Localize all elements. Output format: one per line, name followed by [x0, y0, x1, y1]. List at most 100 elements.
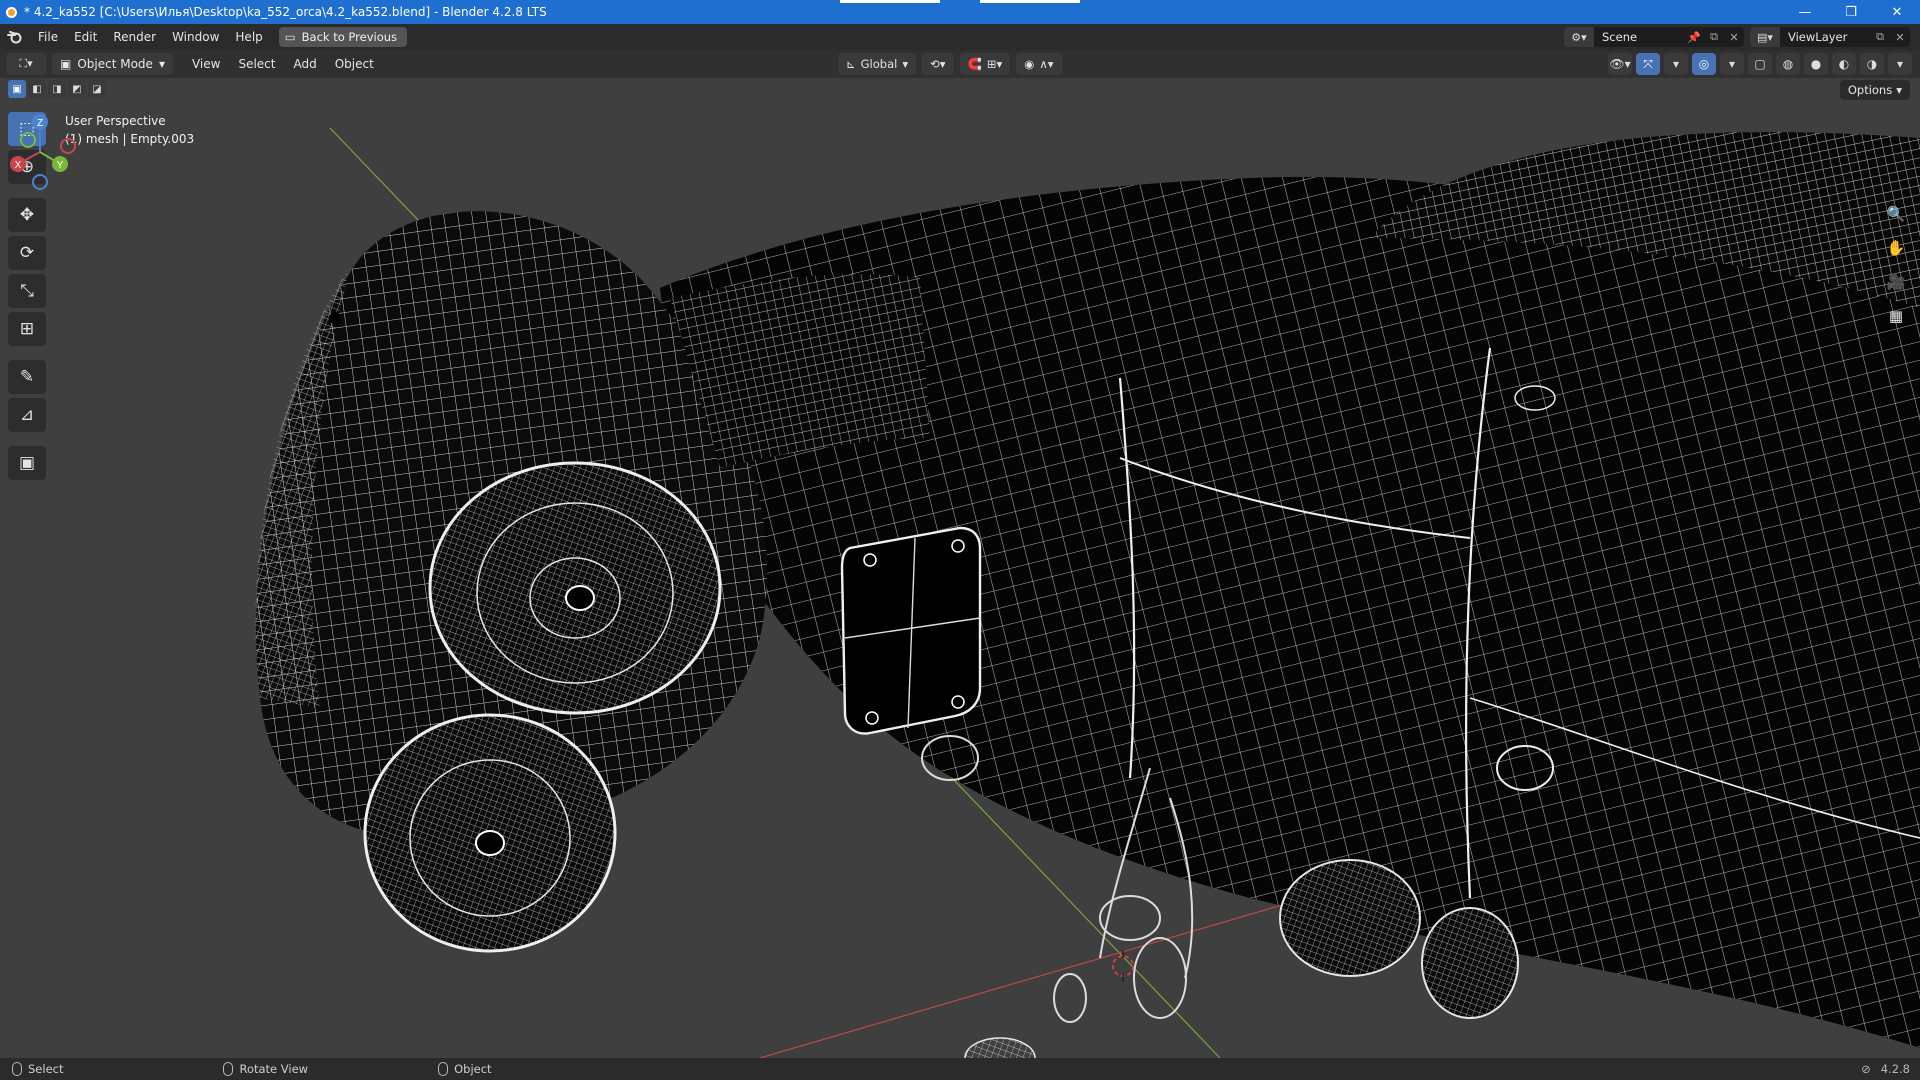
select-intersect-button[interactable]: ◪	[88, 80, 106, 98]
navigation-buttons: 🔍 ✋ 🎥 ▦	[1882, 200, 1910, 330]
gizmo-y-label: Y	[57, 160, 64, 171]
menu-render[interactable]: Render	[105, 24, 164, 50]
selection-mode-group: ▣ ◧ ◨ ◩ ◪	[8, 80, 106, 98]
3d-viewport[interactable]: ⬚ ⊕ ✥ ⟳ ⤡ ⊞ ✎ ⊿ ▣ User Perspective (1) m…	[0, 78, 1920, 1058]
pan-hand-icon[interactable]: ✋	[1882, 234, 1910, 262]
blender-app-icon	[0, 0, 22, 24]
camera-view-icon[interactable]: 🎥	[1882, 268, 1910, 296]
title-bar: * 4.2_ka552 [C:\Users\Илья\Desktop\ka_55…	[0, 0, 1920, 24]
remove-view-layer-icon[interactable]: ✕	[1890, 31, 1910, 44]
status-bar: Select Rotate View Object ⊘ 4.2.8	[0, 1058, 1920, 1080]
back-to-previous-label: Back to Previous	[301, 30, 398, 44]
select-menu[interactable]: Select	[229, 57, 284, 71]
overlays-dropdown[interactable]: ▾	[1720, 53, 1744, 75]
xray-toggle[interactable]: ▢	[1748, 53, 1772, 75]
mouse-middle-icon	[223, 1062, 234, 1076]
version-info: ⊘ 4.2.8	[1861, 1062, 1910, 1076]
gizmo-x-label: X	[15, 160, 22, 171]
options-label: Options	[1847, 83, 1893, 97]
scale-tool[interactable]: ⤡	[8, 274, 46, 308]
select-new-button[interactable]: ▣	[8, 80, 26, 98]
gizmo-toggle[interactable]: ⤧	[1636, 53, 1660, 75]
menu-file[interactable]: File	[30, 24, 66, 50]
mode-dropdown[interactable]: ▣ Object Mode ▾	[52, 53, 173, 75]
menu-help[interactable]: Help	[227, 24, 270, 50]
view-menu[interactable]: View	[183, 57, 229, 71]
version-label: 4.2.8	[1880, 1062, 1910, 1076]
exhaust-upper	[428, 461, 722, 715]
wireframe-shading-button[interactable]: ◍	[1776, 53, 1800, 75]
object-mode-icon: ▣	[60, 57, 72, 71]
view-layer-selector[interactable]: ▤▾ ViewLayer ⧉ ✕	[1750, 27, 1910, 47]
status-select-label: Select	[28, 1062, 64, 1076]
chevron-down-icon: ▾	[1896, 83, 1902, 97]
rotate-tool[interactable]: ⟳	[8, 236, 46, 270]
orientation-icon: ⊾	[846, 57, 856, 71]
minimize-button[interactable]: —	[1782, 0, 1828, 24]
close-button[interactable]: ✕	[1874, 0, 1920, 24]
scene-icon: ⚙▾	[1564, 27, 1594, 47]
menu-window[interactable]: Window	[164, 24, 227, 50]
status-select-hint: Select	[12, 1062, 63, 1076]
proportional-icon: ◉	[1024, 57, 1035, 71]
shading-dropdown[interactable]: ▾	[1888, 53, 1912, 75]
transform-orientation-dropdown[interactable]: ⊾ Global ▾	[838, 53, 917, 75]
chevron-down-icon: ▾	[902, 57, 909, 71]
select-subtract-button[interactable]: ◨	[48, 80, 66, 98]
overlays-toggle[interactable]: ◎	[1692, 53, 1716, 75]
access-panel-box	[840, 526, 982, 735]
view-layer-icon: ▤▾	[1750, 27, 1780, 47]
mouse-right-icon	[438, 1062, 449, 1076]
pivot-point-dropdown[interactable]: ⟲▾	[922, 53, 954, 75]
perspective-grid-icon[interactable]: ▦	[1882, 302, 1910, 330]
add-cube-tool[interactable]: ▣	[8, 446, 46, 480]
status-rotate-label: Rotate View	[239, 1062, 309, 1076]
status-object-hint: Object	[438, 1062, 492, 1076]
solid-shading-button[interactable]: ●	[1804, 53, 1828, 75]
select-extend-button[interactable]: ◧	[28, 80, 46, 98]
material-shading-button[interactable]: ◐	[1832, 53, 1856, 75]
object-menu[interactable]: Object	[326, 57, 383, 71]
view-layer-name: ViewLayer	[1788, 30, 1848, 44]
mouse-left-icon	[12, 1062, 22, 1076]
menu-edit[interactable]: Edit	[66, 24, 105, 50]
options-dropdown[interactable]: Options ▾	[1839, 80, 1910, 100]
transform-tool[interactable]: ⊞	[8, 312, 46, 346]
network-off-icon: ⊘	[1861, 1062, 1871, 1076]
gizmo-dropdown[interactable]: ▾	[1664, 53, 1688, 75]
visibility-dropdown[interactable]: 👁▾	[1608, 53, 1632, 75]
snap-toggle[interactable]: 🧲 ⊞▾	[959, 53, 1011, 75]
annotate-tool[interactable]: ✎	[8, 360, 46, 394]
falloff-icon: ∧▾	[1039, 57, 1054, 71]
snap-grid-icon: ⊞▾	[986, 57, 1003, 71]
rendered-shading-button[interactable]: ◑	[1860, 53, 1884, 75]
viewport-header: ⛶▾ ▣ Object Mode ▾ View Select Add Objec…	[0, 50, 1920, 78]
window-title: * 4.2_ka552 [C:\Users\Илья\Desktop\ka_55…	[24, 5, 547, 19]
remove-scene-icon[interactable]: ✕	[1724, 31, 1744, 44]
pin-icon[interactable]: 📌	[1684, 31, 1704, 44]
scene-selector[interactable]: ⚙▾ Scene 📌 ⧉ ✕	[1564, 27, 1744, 47]
navigation-gizmo[interactable]: Z X Y	[0, 112, 100, 202]
title-accent	[840, 0, 1080, 3]
measure-tool[interactable]: ⊿	[8, 398, 46, 432]
add-menu[interactable]: Add	[284, 57, 325, 71]
exhaust-lower	[363, 713, 617, 953]
blender-logo-icon[interactable]	[0, 24, 30, 50]
new-view-layer-icon[interactable]: ⧉	[1870, 30, 1890, 44]
wireframe-scene	[0, 78, 1920, 1058]
move-tool[interactable]: ✥	[8, 198, 46, 232]
select-difference-button[interactable]: ◩	[68, 80, 86, 98]
status-object-label: Object	[454, 1062, 492, 1076]
zoom-icon[interactable]: 🔍	[1882, 200, 1910, 228]
scene-name: Scene	[1602, 30, 1638, 44]
proportional-editing-toggle[interactable]: ◉ ∧▾	[1016, 53, 1062, 75]
maximize-button[interactable]: ❐	[1828, 0, 1874, 24]
orientation-label: Global	[860, 57, 898, 71]
status-rotate-hint: Rotate View	[223, 1062, 308, 1076]
pivot-icon: ⟲▾	[930, 57, 946, 71]
editor-type-button[interactable]: ⛶▾	[6, 53, 46, 75]
new-scene-icon[interactable]: ⧉	[1704, 30, 1724, 44]
back-to-previous-button[interactable]: ▭ Back to Previous	[278, 27, 408, 47]
chevron-down-icon: ▾	[158, 57, 165, 71]
mode-label: Object Mode	[77, 57, 153, 71]
